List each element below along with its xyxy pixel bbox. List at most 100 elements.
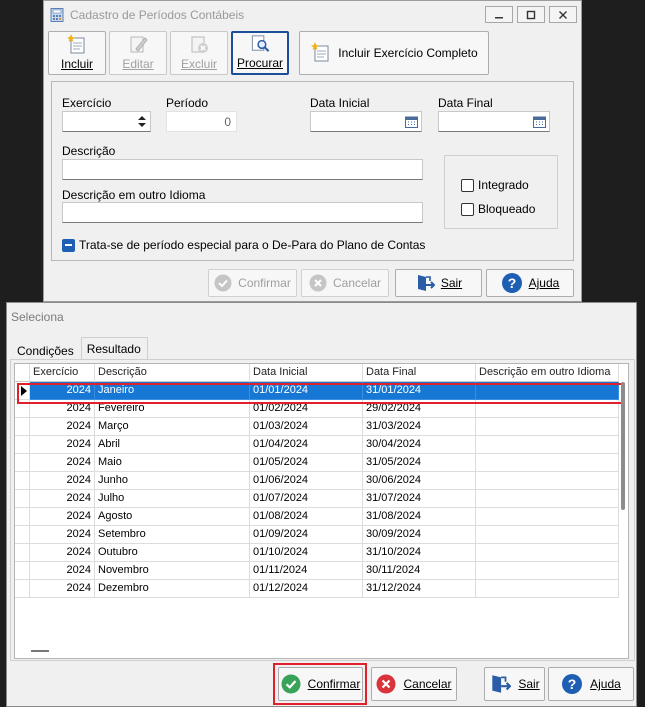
- column-header-exercicio[interactable]: Exercício: [30, 364, 95, 382]
- cell-descricao: Fevereiro: [95, 400, 250, 418]
- dialog-title: Seleciona: [11, 310, 64, 324]
- cell-descricao: Julho: [95, 490, 250, 508]
- cancelar-button[interactable]: Cancelar: [371, 667, 457, 701]
- row-indicator[interactable]: [15, 526, 30, 544]
- table-row[interactable]: 2024 Janeiro 01/01/2024 31/01/2024: [15, 382, 619, 400]
- row-indicator[interactable]: [15, 418, 30, 436]
- edit-document-icon: [130, 36, 148, 53]
- cell-descricao-idioma: [476, 526, 619, 544]
- table-row[interactable]: 2024 Agosto 01/08/2024 31/08/2024: [15, 508, 619, 526]
- calendar-icon[interactable]: [533, 116, 546, 128]
- integrado-checkbox[interactable]: Integrado: [461, 178, 529, 192]
- cell-data-final: 31/01/2024: [363, 382, 476, 400]
- bg-ajuda-button[interactable]: ? Ajuda: [486, 269, 574, 297]
- horizontal-scrollbar[interactable]: [31, 650, 49, 652]
- table-row[interactable]: 2024 Março 01/03/2024 31/03/2024: [15, 418, 619, 436]
- vertical-scrollbar[interactable]: [621, 382, 625, 510]
- table-row[interactable]: 2024 Novembro 01/11/2024 30/11/2024: [15, 562, 619, 580]
- confirmar-button[interactable]: Confirmar: [278, 667, 363, 701]
- excluir-label: Excluir: [180, 57, 217, 71]
- row-indicator[interactable]: [15, 472, 30, 490]
- cancel-circle-icon: [376, 674, 396, 694]
- table-row[interactable]: 2024 Julho 01/07/2024 31/07/2024: [15, 490, 619, 508]
- incluir-button[interactable]: Incluir: [48, 31, 106, 75]
- data-inicial-label: Data Inicial: [310, 96, 370, 110]
- row-indicator[interactable]: [15, 436, 30, 454]
- tab-resultado[interactable]: Resultado: [80, 337, 148, 361]
- row-indicator[interactable]: [15, 490, 30, 508]
- confirmar-label: Confirmar: [307, 677, 361, 691]
- descricao-input[interactable]: [62, 159, 423, 180]
- cell-descricao: Janeiro: [95, 382, 250, 400]
- checkbox-box[interactable]: [461, 178, 474, 192]
- search-document-icon: [251, 35, 270, 52]
- check-circle-icon: [214, 274, 232, 292]
- table-row[interactable]: 2024 Setembro 01/09/2024 30/09/2024: [15, 526, 619, 544]
- excluir-button[interactable]: Excluir: [170, 31, 228, 75]
- row-indicator[interactable]: [15, 562, 30, 580]
- cell-data-final: 31/10/2024: [363, 544, 476, 562]
- incluir-exercicio-completo-button[interactable]: Incluir Exercício Completo: [299, 31, 489, 75]
- data-final-input[interactable]: [438, 111, 550, 132]
- column-header-data-final[interactable]: Data Final: [363, 364, 476, 382]
- sair-button[interactable]: Sair: [484, 667, 545, 701]
- row-pointer-icon: [21, 386, 27, 396]
- cell-data-final: 31/12/2024: [363, 580, 476, 598]
- exit-door-icon: [417, 275, 435, 291]
- cell-data-final: 31/07/2024: [363, 490, 476, 508]
- periodo-especial-checkbox[interactable]: Trata-se de período especial para o De-P…: [62, 238, 425, 252]
- cell-data-final: 31/08/2024: [363, 508, 476, 526]
- table-row[interactable]: 2024 Junho 01/06/2024 30/06/2024: [15, 472, 619, 490]
- minimize-icon: [495, 16, 503, 18]
- row-indicator[interactable]: [15, 454, 30, 472]
- cell-descricao: Setembro: [95, 526, 250, 544]
- maximize-button[interactable]: [517, 6, 545, 23]
- editar-button[interactable]: Editar: [109, 31, 167, 75]
- column-header-data-inicial[interactable]: Data Inicial: [250, 364, 363, 382]
- bg-sair-button[interactable]: Sair: [395, 269, 482, 297]
- exercicio-label: Exercício: [62, 96, 112, 110]
- bloqueado-checkbox[interactable]: Bloqueado: [461, 202, 535, 216]
- periodo-input[interactable]: 0: [166, 111, 237, 132]
- cell-descricao: Abril: [95, 436, 250, 454]
- table-row[interactable]: 2024 Fevereiro 01/02/2024 29/02/2024: [15, 400, 619, 418]
- checkbox-box[interactable]: [461, 202, 474, 216]
- toolbar: Incluir Editar Excluir Procurar Incluir …: [48, 31, 492, 75]
- cell-data-inicial: 01/05/2024: [250, 454, 363, 472]
- row-indicator[interactable]: [15, 382, 30, 400]
- column-header-descricao[interactable]: Descrição: [95, 364, 250, 382]
- minimize-button[interactable]: [485, 6, 513, 23]
- table-row[interactable]: 2024 Abril 01/04/2024 30/04/2024: [15, 436, 619, 454]
- window-controls: [485, 6, 577, 23]
- result-grid[interactable]: Exercício Descrição Data Inicial Data Fi…: [14, 363, 629, 659]
- cell-exercicio: 2024: [30, 580, 95, 598]
- cell-data-inicial: 01/08/2024: [250, 508, 363, 526]
- row-indicator[interactable]: [15, 400, 30, 418]
- cell-data-inicial: 01/02/2024: [250, 400, 363, 418]
- table-row[interactable]: 2024 Outubro 01/10/2024 31/10/2024: [15, 544, 619, 562]
- row-indicator[interactable]: [15, 544, 30, 562]
- bg-confirmar-button[interactable]: Confirmar: [208, 269, 297, 297]
- checkbox-indeterminate-icon[interactable]: [62, 238, 75, 252]
- close-window-button[interactable]: [549, 6, 577, 23]
- ajuda-button[interactable]: ? Ajuda: [548, 667, 634, 701]
- data-inicial-input[interactable]: [310, 111, 422, 132]
- procurar-button[interactable]: Procurar: [231, 31, 289, 75]
- table-row[interactable]: 2024 Dezembro 01/12/2024 31/12/2024: [15, 580, 619, 598]
- bloqueado-label: Bloqueado: [478, 202, 536, 216]
- bg-cancelar-button[interactable]: Cancelar: [301, 269, 389, 297]
- spinner-icon[interactable]: [137, 114, 147, 129]
- integrado-label: Integrado: [478, 178, 529, 192]
- exercicio-input[interactable]: [62, 111, 151, 132]
- form-panel: Exercício Período 0 Data Inicial Data Fi…: [51, 81, 574, 261]
- cell-data-final: 31/05/2024: [363, 454, 476, 472]
- calendar-icon[interactable]: [405, 116, 418, 128]
- row-indicator[interactable]: [15, 580, 30, 598]
- table-row[interactable]: 2024 Maio 01/05/2024 31/05/2024: [15, 454, 619, 472]
- descricao-idioma-input[interactable]: [62, 202, 423, 223]
- incluir-label: Incluir: [60, 57, 93, 71]
- row-indicator[interactable]: [15, 508, 30, 526]
- cancelar-label: Cancelar: [403, 677, 452, 691]
- column-header-descricao-idioma[interactable]: Descrição em outro Idioma: [476, 364, 619, 382]
- cancel-circle-icon: [309, 274, 327, 292]
